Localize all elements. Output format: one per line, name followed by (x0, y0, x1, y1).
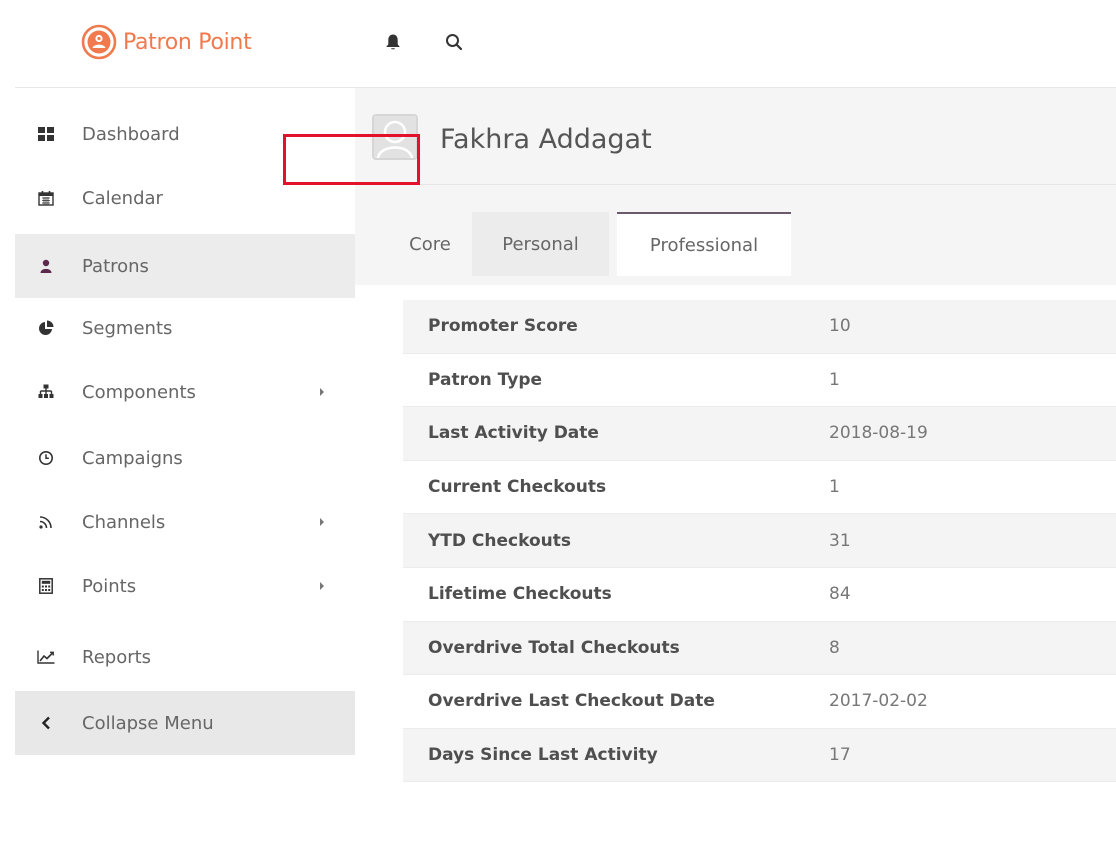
field-value: 31 (829, 530, 851, 551)
sidebar-item-patrons[interactable]: Patrons (15, 234, 355, 298)
field-label: Promoter Score (428, 316, 578, 337)
sidebar-item-segments[interactable]: Segments (15, 296, 355, 360)
search-icon[interactable] (442, 30, 466, 54)
sidebar-item-label: Components (82, 381, 196, 403)
table-row: Overdrive Last Checkout Date 2017-02-02 (403, 675, 1116, 729)
table-row: Overdrive Total Checkouts 8 (403, 621, 1116, 676)
professional-details-table: Promoter Score 10 Patron Type 1 Last Act… (403, 300, 1116, 783)
table-row: Current Checkouts 1 (403, 461, 1116, 515)
sidebar-item-components[interactable]: Components (15, 360, 355, 424)
table-row: YTD Checkouts 31 (403, 514, 1116, 568)
collapse-menu-label: Collapse Menu (82, 712, 214, 734)
field-label: Current Checkouts (428, 477, 607, 498)
table-row: Promoter Score 10 (403, 300, 1116, 354)
main-content: Fakhra Addagat Core Personal Professiona… (355, 88, 1116, 866)
field-value: 2017-02-02 (829, 691, 928, 712)
top-bar: Patron Point (15, 0, 1116, 88)
brand-name: Patron Point (123, 29, 252, 55)
table-row: Lifetime Checkouts 84 (403, 568, 1116, 622)
sidebar: Dashboard Calendar Patrons Segments Comp… (15, 88, 355, 866)
field-label: Last Activity Date (428, 423, 599, 444)
line-chart-icon (37, 648, 55, 666)
chevron-right-icon (320, 518, 324, 526)
field-value: 2018-08-19 (829, 423, 928, 444)
sitemap-icon (37, 383, 55, 401)
sidebar-item-channels[interactable]: Channels (15, 490, 355, 554)
field-label: Days Since Last Activity (428, 745, 658, 766)
field-label: Patron Type (428, 369, 543, 390)
sidebar-item-label: Patrons (82, 255, 149, 277)
profile-name: Fakhra Addagat (440, 124, 652, 155)
brand-name-part1: Patron (123, 29, 192, 55)
tab-bar: Core Personal Professional (355, 185, 1116, 285)
rss-icon (37, 513, 55, 531)
sidebar-item-label: Reports (82, 646, 152, 668)
field-label: Lifetime Checkouts (428, 584, 612, 605)
calendar-icon (37, 189, 55, 207)
sidebar-item-label: Dashboard (82, 123, 180, 145)
profile-header: Fakhra Addagat (355, 88, 1116, 185)
sidebar-item-label: Channels (82, 511, 166, 533)
field-value: 1 (829, 477, 840, 498)
tab-personal[interactable]: Personal (472, 212, 609, 276)
user-icon (37, 257, 55, 275)
table-row: Days Since Last Activity 17 (403, 728, 1116, 783)
chevron-right-icon (320, 582, 324, 590)
field-value: 84 (829, 584, 851, 605)
sidebar-item-label: Campaigns (82, 447, 183, 469)
field-value: 17 (829, 745, 851, 766)
field-value: 8 (829, 637, 840, 658)
brand-name-part2: Point (198, 29, 252, 55)
tab-core[interactable]: Core (391, 212, 469, 276)
field-label: Overdrive Last Checkout Date (428, 691, 715, 712)
patron-point-logo-icon (81, 24, 117, 60)
pie-chart-icon (37, 319, 55, 337)
dashboard-icon (37, 125, 55, 143)
sidebar-item-label: Segments (82, 317, 173, 339)
table-row: Last Activity Date 2018-08-19 (403, 407, 1116, 461)
collapse-menu-button[interactable]: Collapse Menu (15, 691, 355, 755)
tab-professional[interactable]: Professional (617, 212, 791, 276)
field-value: 10 (829, 316, 851, 337)
field-label: YTD Checkouts (428, 530, 571, 551)
field-value: 1 (829, 369, 840, 390)
field-label: Overdrive Total Checkouts (428, 637, 680, 658)
sidebar-item-label: Calendar (82, 187, 163, 209)
chevron-left-icon (37, 714, 55, 732)
table-row: Patron Type 1 (403, 354, 1116, 408)
chevron-right-icon (320, 388, 324, 396)
sidebar-item-campaigns[interactable]: Campaigns (15, 426, 355, 490)
brand-logo[interactable]: Patron Point (81, 22, 252, 62)
sidebar-item-label: Points (82, 575, 137, 597)
clock-icon (37, 449, 55, 467)
sidebar-item-reports[interactable]: Reports (15, 625, 355, 689)
tab-highlight-box (283, 134, 420, 185)
bell-icon[interactable] (381, 30, 405, 54)
sidebar-item-points[interactable]: Points (15, 554, 355, 618)
calculator-icon (37, 577, 55, 595)
